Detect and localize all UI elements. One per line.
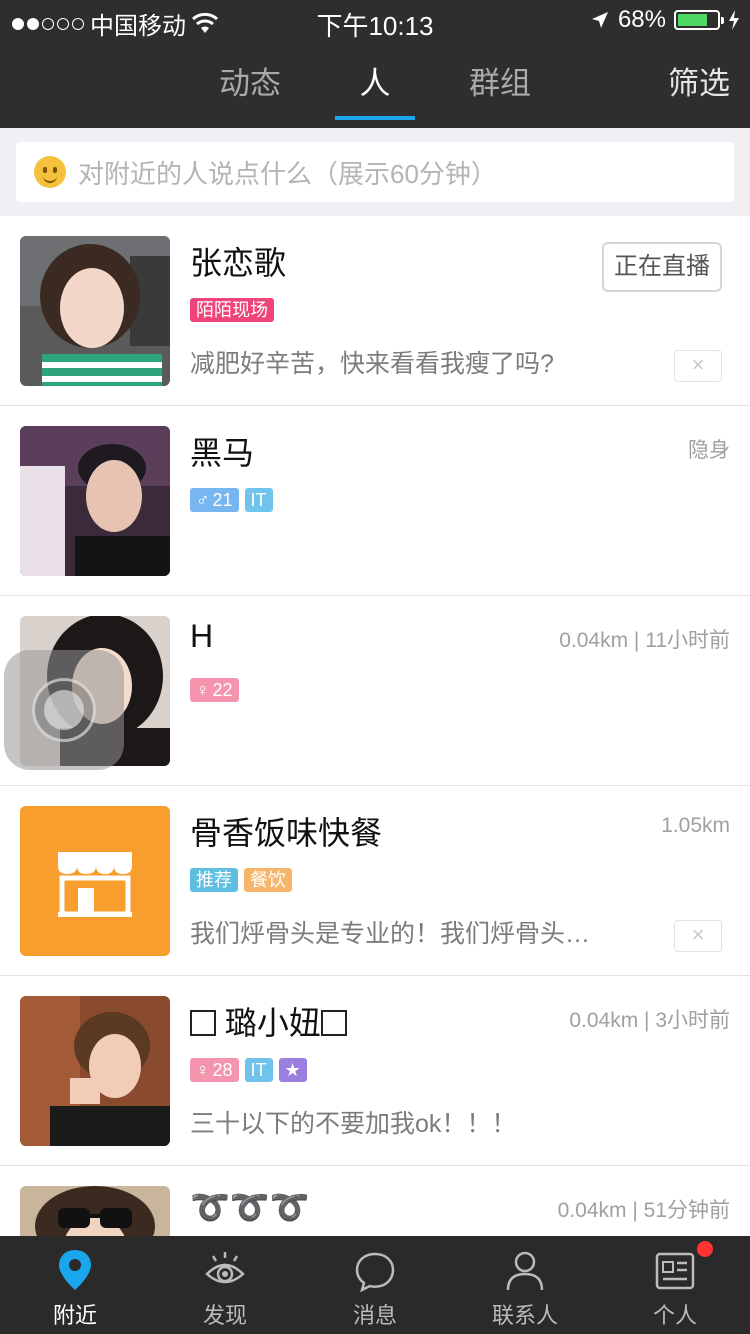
avatar[interactable] [20,426,170,576]
contact-person-icon [506,1251,544,1291]
tab-nearby-label: 附近 [52,1303,97,1328]
person-signature: 三十以下的不要加我ok！！！ [190,1110,517,1138]
tag-list: ♀ 28 IT ★ [190,1058,307,1082]
store-icon [20,806,170,956]
tag-list: ♀ 22 [190,678,239,702]
battery-icon [674,10,724,30]
gender-age-tag: ♀ 28 [190,1058,239,1082]
avatar[interactable] [20,236,170,386]
list-item[interactable]: 张恋歌 正在直播 陌陌现场 减肥好辛苦，快来看看我瘦了吗? × [0,216,750,406]
tag-list: 推荐 餐饮 [190,868,292,892]
status-bar: 中国移动 下午10:13 68% [0,0,750,41]
tag-list: ♂ 21 IT [190,488,273,512]
assistive-touch-button[interactable] [4,650,124,770]
emoji-placeholder-icon [190,1010,216,1036]
tab-messages[interactable]: 消息 [300,1236,450,1334]
female-icon: ♀ [196,680,210,700]
shop-name: 骨香饭味快餐 [190,815,383,851]
notification-badge [697,1241,713,1257]
live-streaming-button[interactable]: 正在直播 [602,242,722,292]
person-signature: 减肥好辛苦，快来看看我瘦了吗? [190,350,554,378]
person-name: 璐小妞 [190,998,347,1044]
tab-messages-label: 消息 [352,1303,397,1328]
tab-nearby[interactable]: 附近 [0,1236,150,1334]
female-icon: ♀ [196,1060,210,1080]
say-something-input[interactable]: 对附近的人说点什么（展示60分钟） [16,142,734,202]
age-value: 22 [212,680,233,700]
dismiss-button[interactable]: × [674,350,722,382]
bottom-tab-bar: 附近 发现 消息 联系人 个人 [0,1236,750,1334]
distance-time: 0.04km | 51分钟前 [557,1199,730,1222]
list-item[interactable]: 璐小妞 0.04km | 3小时前 ♀ 28 IT ★ 三十以下的不要加我ok！… [0,976,750,1166]
person-name: 张恋歌 [190,245,287,281]
tab-contacts[interactable]: 联系人 [450,1236,600,1334]
shop-avatar[interactable] [20,806,170,956]
live-scene-tag: 陌陌现场 [190,298,274,322]
recommended-tag: 推荐 [190,868,238,892]
tab-profile[interactable]: 个人 [600,1236,750,1334]
battery-percent: 68% [617,6,666,33]
tag-list: 陌陌现场 [190,298,274,322]
tab-people[interactable]: 人 [335,40,415,128]
dismiss-button[interactable]: × [674,920,722,952]
distance: 1.05km [661,814,730,837]
age-value: 28 [212,1060,233,1080]
person-status: 隐身 [688,439,730,462]
gender-age-tag: ♀ 22 [190,678,239,702]
male-icon: ♂ [196,490,210,510]
food-category-tag: 餐饮 [244,868,292,892]
eye-icon [205,1252,245,1284]
say-something-area: 对附近的人说点什么（展示60分钟） [0,128,750,216]
person-name-text: 璐小妞 [224,1005,321,1041]
industry-tag: IT [244,1058,273,1082]
profile-card-icon [655,1252,695,1290]
tab-discover-label: 发现 [202,1303,247,1328]
tab-profile-label: 个人 [652,1303,697,1328]
age-value: 21 [212,490,233,510]
person-name: H [190,618,214,654]
active-tab-indicator [335,116,415,120]
shop-signature: 我们烀骨头是专业的！我们烀骨头… [190,920,591,948]
distance-time: 0.04km | 11小时前 [559,629,730,652]
filter-button[interactable]: 筛选 [668,40,730,128]
list-item[interactable]: 骨香饭味快餐 1.05km 推荐 餐饮 我们烀骨头是专业的！我们烀骨头… × [0,786,750,976]
location-arrow-icon [591,12,608,28]
tab-groups[interactable]: 群组 [450,40,550,128]
list-item[interactable]: 黑马 隐身 ♂ 21 IT [0,406,750,596]
gender-age-tag: ♂ 21 [190,488,239,512]
avatar[interactable] [20,996,170,1146]
top-navigation: 动态 人 群组 筛选 [0,40,750,128]
tab-discover[interactable]: 发现 [150,1236,300,1334]
star-icon: ★ [278,1058,307,1082]
emoji-placeholder-icon [320,1010,347,1036]
industry-tag: IT [244,488,273,512]
tab-contacts-label: 联系人 [491,1303,558,1328]
tab-feed[interactable]: 动态 [200,40,300,128]
smiley-icon [34,156,66,188]
location-pin-icon [59,1250,91,1290]
charging-bolt-icon [729,10,739,30]
person-name: ➰➰➰ [190,1189,310,1225]
chat-bubble-icon [355,1252,395,1292]
say-something-placeholder: 对附近的人说点什么（展示60分钟） [78,158,497,189]
person-name: 黑马 [190,435,255,471]
distance-time: 0.04km | 3小时前 [569,1009,730,1032]
